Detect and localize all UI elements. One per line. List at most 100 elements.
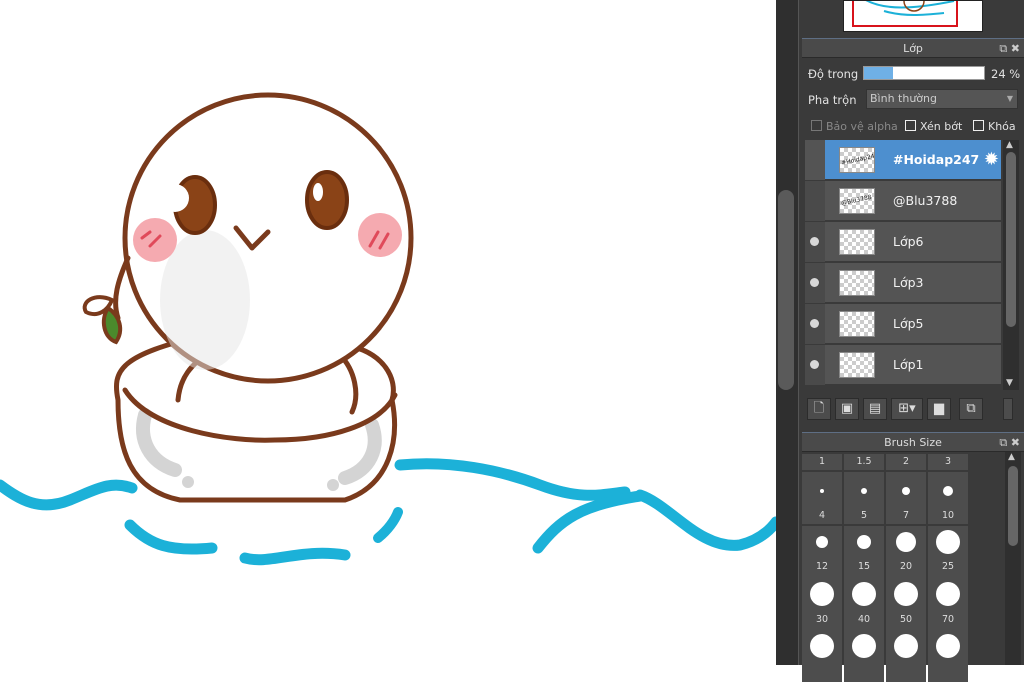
brush-size-cell[interactable]: [844, 630, 884, 682]
brush-size-cell[interactable]: 50: [886, 578, 926, 630]
add-layer-menu-icon[interactable]: ⊞▾: [891, 398, 923, 420]
blend-mode-label: Pha trộn: [808, 93, 857, 107]
scroll-down-icon[interactable]: ▼: [1006, 378, 1013, 388]
layer-panel-header: Lớp ⧉ ✖: [802, 38, 1024, 58]
opacity-slider-fill: [864, 67, 893, 79]
layer-row[interactable]: Lớp3: [805, 263, 1001, 303]
brush-size-cell[interactable]: 25: [928, 526, 968, 578]
blend-mode-value: Bình thường: [870, 92, 937, 105]
layer-thumbnail: #Hoidap247: [839, 147, 875, 173]
toolbar-more-icon[interactable]: [1003, 398, 1013, 420]
layer-row[interactable]: Lớp5: [805, 304, 1001, 344]
eye-dot-icon: [810, 237, 819, 246]
brush-size-label: 10: [941, 510, 955, 521]
close-icon[interactable]: ✖: [1011, 42, 1020, 55]
brush-size-label: 7: [902, 510, 910, 521]
layer-name: #Hoidap247: [893, 152, 980, 167]
layer-row[interactable]: Lớp1: [805, 345, 1001, 385]
scrollbar-thumb[interactable]: [1006, 152, 1016, 327]
layer-list-scrollbar[interactable]: ▲ ▼: [1003, 140, 1019, 390]
visibility-toggle[interactable]: [805, 181, 825, 221]
visibility-toggle[interactable]: [805, 345, 825, 385]
close-icon[interactable]: ✖: [1011, 436, 1020, 449]
layer-thumbnail: [839, 270, 875, 296]
brush-size-cell[interactable]: 70: [928, 578, 968, 630]
layer-name: @Blu3788: [893, 193, 958, 208]
drawing-canvas[interactable]: [0, 0, 776, 665]
new-1bit-layer-icon[interactable]: ▤: [863, 398, 887, 420]
brush-dot: [902, 487, 910, 495]
brush-size-scrollbar[interactable]: ▲: [1005, 452, 1021, 665]
layer-thumbnail: [839, 229, 875, 255]
duplicate-layer-icon[interactable]: ⧉: [959, 398, 983, 420]
chevron-down-icon: ▼: [1006, 94, 1013, 103]
protect-alpha-checkbox[interactable]: Bảo vệ alpha: [811, 120, 898, 133]
brush-dot: [861, 488, 867, 494]
visibility-toggle[interactable]: [805, 304, 825, 344]
brush-size-cell[interactable]: 40: [844, 578, 884, 630]
brush-dot: [936, 530, 960, 554]
visibility-toggle[interactable]: [805, 263, 825, 303]
layer-row[interactable]: @Blu3788 @Blu3788: [805, 181, 1001, 221]
opacity-value: 24 %: [991, 67, 1021, 81]
brush-dot: [810, 582, 834, 606]
layer-panel-title: Lớp: [903, 42, 923, 55]
blend-mode-select[interactable]: Bình thường ▼: [866, 89, 1018, 109]
layer-thumbnail-text: @Blu3788: [840, 193, 873, 208]
brush-size-label: 25: [941, 561, 955, 572]
scroll-up-icon[interactable]: ▲: [1006, 140, 1013, 150]
checkbox-box: [973, 120, 984, 131]
new-8bit-layer-icon[interactable]: ▣: [835, 398, 859, 420]
popout-icon[interactable]: ⧉: [999, 436, 1007, 449]
scrollbar-thumb[interactable]: [1008, 466, 1018, 546]
right-panel: Lớp ⧉ ✖ Độ trong 24 % Pha trộn Bình thườ…: [798, 0, 1024, 682]
brush-dot: [820, 489, 824, 493]
scroll-up-icon[interactable]: ▲: [1008, 452, 1015, 462]
brush-dot: [857, 535, 871, 549]
brush-size-cell[interactable]: 7: [886, 472, 926, 524]
clip-label: Xén bớt: [920, 120, 963, 133]
brush-size-cell[interactable]: 15: [844, 526, 884, 578]
brush-size-cell[interactable]: 10: [928, 472, 968, 524]
brush-dot: [896, 532, 916, 552]
lock-checkbox[interactable]: Khóa: [973, 120, 1016, 133]
opacity-slider[interactable]: [863, 66, 985, 80]
popout-icon[interactable]: ⧉: [999, 42, 1007, 55]
canvas-artwork: [0, 92, 776, 566]
brush-size-panel-header: Brush Size ⧉ ✖: [802, 432, 1024, 452]
brush-size-label: 70: [941, 614, 955, 625]
layer-name: Lớp6: [893, 234, 924, 249]
brush-size-cell[interactable]: 5: [844, 472, 884, 524]
layer-row[interactable]: Lớp6: [805, 222, 1001, 262]
layer-name: Lớp3: [893, 275, 924, 290]
brush-size-cell[interactable]: [928, 630, 968, 682]
brush-size-cell[interactable]: [886, 630, 926, 682]
navigator-preview[interactable]: [843, 0, 983, 32]
canvas-scrollbar[interactable]: [778, 190, 794, 390]
brush-size-cell[interactable]: 12: [802, 526, 842, 578]
layer-row[interactable]: #Hoidap247 #Hoidap247 ✹: [805, 140, 1001, 180]
brush-size-cell[interactable]: 20: [886, 526, 926, 578]
eye-dot-icon: [810, 360, 819, 369]
brush-size-cell[interactable]: [802, 630, 842, 682]
clip-checkbox[interactable]: Xén bớt: [905, 120, 962, 133]
brush-size-label: 5: [860, 510, 868, 521]
brush-size-cell[interactable]: 4: [802, 472, 842, 524]
brush-size-label: 30: [815, 614, 829, 625]
navigator-viewport-frame[interactable]: [852, 1, 958, 27]
gear-icon[interactable]: ✹: [984, 149, 999, 170]
visibility-toggle[interactable]: [805, 140, 825, 180]
layer-list: #Hoidap247 #Hoidap247 ✹ @Blu3788 @Blu378…: [805, 140, 1001, 390]
protect-alpha-label: Bảo vệ alpha: [826, 120, 898, 133]
brush-size-label: 50: [899, 614, 913, 625]
layer-toolbar: 🗋 ▣ ▤ ⊞▾ ▆ ⧉: [805, 396, 1019, 422]
lock-label: Khóa: [988, 120, 1016, 133]
folder-icon[interactable]: ▆: [927, 398, 951, 420]
visibility-toggle[interactable]: [805, 222, 825, 262]
new-layer-icon[interactable]: 🗋: [807, 398, 831, 420]
brush-size-cell[interactable]: 30: [802, 578, 842, 630]
brush-dot: [852, 634, 876, 658]
layer-name: Lớp5: [893, 316, 924, 331]
opacity-label: Độ trong: [808, 67, 859, 81]
layer-thumbnail: [839, 311, 875, 337]
